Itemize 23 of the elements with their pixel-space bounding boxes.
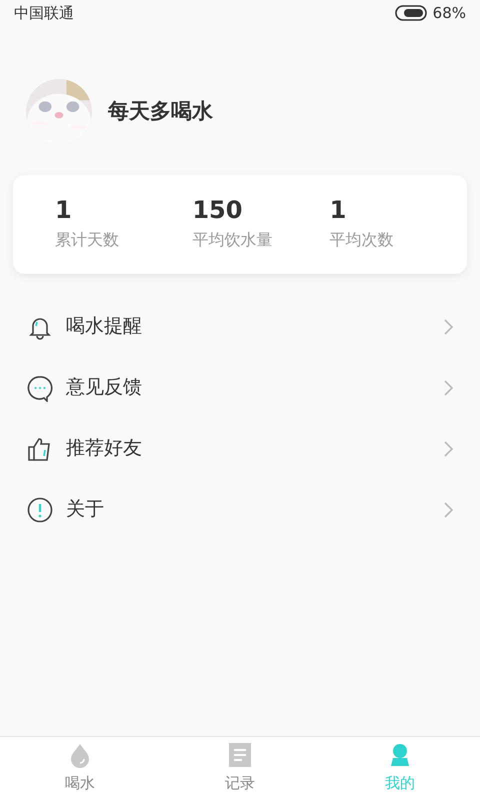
stat-value: 150 [192,198,244,222]
menu-item[interactable]: 关于 [0,479,480,540]
stat-value: 1 [330,198,348,222]
stat-label: 平均饮水量 [192,228,274,250]
stat-label: 累计天数 [55,228,120,250]
menu-item[interactable]: 喝水提醒 [0,296,480,357]
chevron-right-icon [444,502,454,518]
exclamation-icon [26,496,54,524]
chat-icon [26,374,54,402]
chevron-right-icon [444,380,454,396]
tab-bar-item[interactable]: 喝水 [0,737,160,800]
menu-item[interactable]: 意见反馈 [0,357,480,418]
chevron-right-icon [444,318,454,334]
stat-value: 1 [55,198,73,222]
tab-bar-item[interactable]: 记录 [160,737,320,800]
carrier-name: 中国联通 [14,2,74,24]
user-name: 每天多喝水 [108,98,213,126]
battery-icon [394,5,427,21]
menu-item[interactable]: 推荐好友 [0,418,480,479]
stat-label: 平均次数 [330,228,395,250]
chevron-right-icon [444,440,454,456]
document-icon [227,742,253,768]
battery-percentage: 68% [432,2,466,24]
